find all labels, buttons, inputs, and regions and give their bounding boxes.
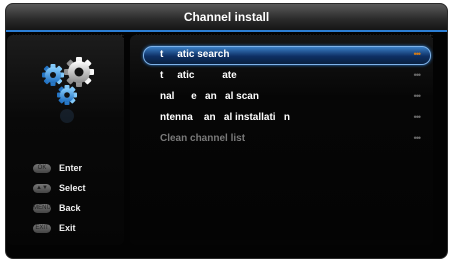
gears-icon [42, 57, 94, 123]
ok-key-icon: OK [33, 163, 51, 173]
more-dots-icon: ••• [413, 91, 422, 101]
menu-item-clean-channel-list[interactable]: Clean channel list ••• [140, 128, 430, 149]
key-label-enter: Enter [59, 163, 83, 173]
more-dots-icon: ••• [413, 49, 422, 59]
more-dots-icon: ••• [413, 70, 422, 80]
select-key-icon: ▲▼ [33, 183, 51, 193]
menu-item-label: ntenna an al installati n [160, 112, 291, 123]
key-label-select: Select [59, 183, 86, 193]
menu-item-automatic-update[interactable]: t atic ate ••• [140, 65, 430, 86]
key-row-enter: OK Enter [33, 158, 123, 178]
menu-item-antenna-manual-installation[interactable]: ntenna an al installati n ••• [140, 107, 430, 128]
key-row-select: ▲▼ Select [33, 178, 123, 198]
menu-item-label: nal e an al scan [160, 91, 259, 102]
key-row-exit: EXIT Exit [33, 218, 123, 238]
exit-key-icon: EXIT [33, 223, 51, 233]
menu-item-label: Clean channel list [160, 133, 246, 144]
menu-key-icon: MENU [33, 203, 51, 213]
menu-item-label: t atic ate [160, 70, 237, 81]
menu-item-label: t atic search [160, 49, 230, 60]
key-label-back: Back [59, 203, 81, 213]
key-legend: OK Enter ▲▼ Select MENU Back EXIT Exit [33, 158, 123, 238]
menu-item-analogue-manual-scan[interactable]: nal e an al scan ••• [140, 86, 430, 107]
menu-item-automatic-search[interactable]: t atic search ••• [140, 44, 431, 65]
key-label-exit: Exit [59, 223, 76, 233]
channel-install-menu: t atic search ••• t atic ate ••• nal e a… [140, 44, 431, 149]
title-bar: Channel install [6, 4, 447, 32]
more-dots-icon: ••• [413, 133, 422, 143]
key-row-back: MENU Back [33, 198, 123, 218]
more-dots-icon: ••• [413, 112, 422, 122]
page-title: Channel install [183, 10, 270, 24]
